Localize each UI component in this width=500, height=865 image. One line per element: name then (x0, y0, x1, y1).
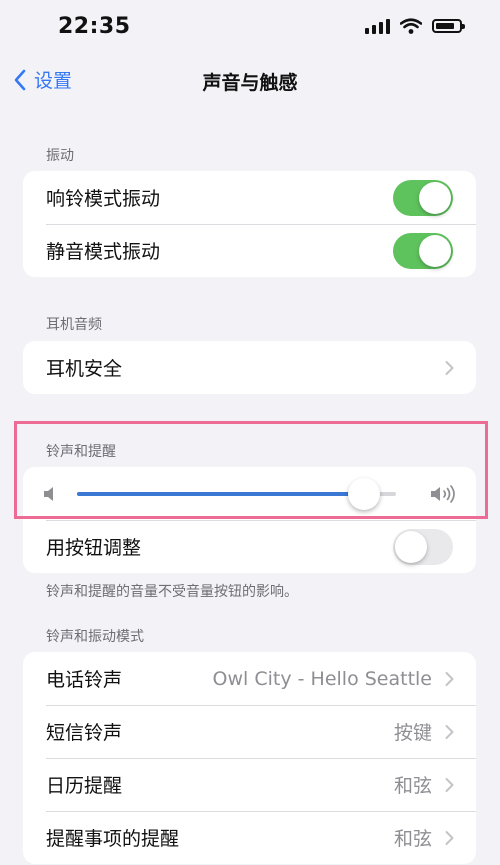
calendar-alerts-value: 和弦 (393, 775, 432, 797)
status-bar: 22:35 (0, 0, 500, 60)
reminder-alerts-row[interactable]: 提醒事项的提醒 和弦 (23, 811, 476, 864)
chevron-right-icon (445, 777, 454, 792)
ringtone-label: 电话铃声 (46, 669, 123, 691)
navigation-bar: 设置 声音与触感 (0, 60, 500, 104)
vibration-group: 响铃模式振动 静音模式振动 (23, 171, 476, 277)
slider-fill (77, 491, 365, 496)
section-header-vibration: 振动 (46, 148, 74, 164)
text-tone-row[interactable]: 短信铃声 按键 (23, 705, 476, 758)
ring-vibration-toggle[interactable] (393, 179, 453, 216)
status-icons (365, 18, 465, 34)
change-with-buttons-label: 用按钮调整 (46, 537, 142, 559)
chevron-right-icon (445, 724, 454, 739)
headphone-safety-label: 耳机安全 (46, 358, 123, 380)
section-header-ringer-alerts: 铃声和提醒 (46, 444, 116, 460)
ring-vibration-row: 响铃模式振动 (23, 171, 476, 224)
sounds-group: 电话铃声 Owl City - Hello Seattle 短信铃声 按键 日历… (23, 652, 476, 864)
reminder-alerts-value: 和弦 (393, 828, 432, 850)
section-header-headphone-audio: 耳机音频 (46, 317, 102, 333)
silent-vibration-toggle[interactable] (393, 232, 453, 269)
headphone-group: 耳机安全 (23, 341, 476, 394)
text-tone-label: 短信铃声 (46, 722, 123, 744)
chevron-right-icon (445, 830, 454, 845)
speaker-high-icon (431, 484, 455, 503)
ringer-volume-slider[interactable] (77, 477, 396, 510)
chevron-right-icon (445, 360, 454, 375)
ringtone-row[interactable]: 电话铃声 Owl City - Hello Seattle (23, 652, 476, 705)
ringer-footnote: 铃声和提醒的音量不受音量按钮的影响。 (46, 584, 298, 600)
reminder-alerts-label: 提醒事项的提醒 (46, 828, 180, 850)
wifi-icon (400, 18, 422, 34)
chevron-right-icon (445, 671, 454, 686)
ringer-volume-row (23, 467, 476, 520)
toggle-knob (419, 181, 451, 214)
calendar-alerts-label: 日历提醒 (46, 775, 123, 797)
ring-vibration-label: 响铃模式振动 (46, 188, 161, 210)
battery-icon (432, 19, 465, 33)
toggle-knob (395, 530, 427, 563)
change-with-buttons-toggle[interactable] (393, 528, 453, 565)
ringtone-value: Owl City - Hello Seattle (212, 667, 432, 690)
change-with-buttons-row: 用按钮调整 (23, 520, 476, 573)
calendar-alerts-row[interactable]: 日历提醒 和弦 (23, 758, 476, 811)
text-tone-value: 按键 (393, 722, 432, 744)
status-time: 22:35 (58, 14, 131, 39)
section-header-sounds-patterns: 铃声和振动模式 (46, 629, 144, 645)
ringer-group: 用按钮调整 (23, 467, 476, 573)
silent-vibration-label: 静音模式振动 (46, 241, 161, 263)
headphone-safety-row[interactable]: 耳机安全 (23, 341, 476, 394)
slider-thumb[interactable] (348, 477, 381, 510)
speaker-low-icon (44, 486, 53, 501)
battery-level (436, 23, 455, 29)
page-title: 声音与触感 (202, 72, 298, 94)
silent-vibration-row: 静音模式振动 (23, 224, 476, 277)
toggle-knob (419, 234, 451, 267)
signal-icon (365, 18, 390, 34)
